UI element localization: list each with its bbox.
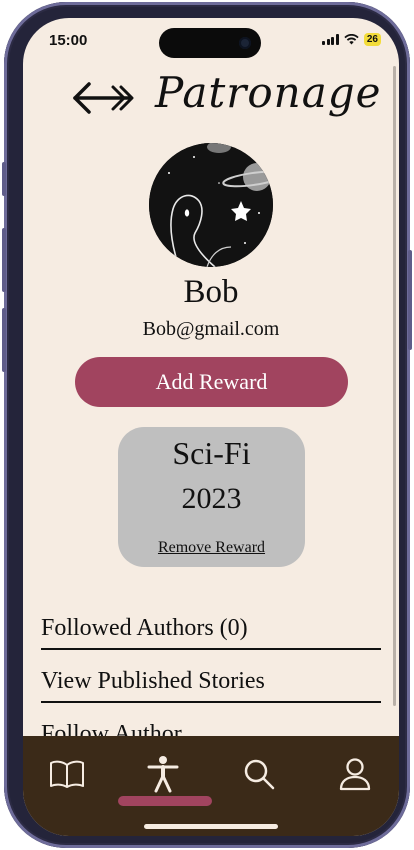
scrollbar[interactable] xyxy=(393,66,396,706)
battery-icon: 26 xyxy=(363,33,381,46)
power-button xyxy=(408,250,412,350)
menu-item-view-published-stories[interactable]: View Published Stories xyxy=(41,663,381,703)
signal-icon xyxy=(322,34,339,45)
active-tab-indicator xyxy=(118,796,212,806)
nav-accessibility-button[interactable] xyxy=(143,754,183,794)
menu-item-followed-authors[interactable]: Followed Authors (0) xyxy=(41,610,381,650)
phone-frame: 15:00 26 Patronage Bob Bob@gmail.com Add… xyxy=(2,2,412,848)
page-title: Patronage xyxy=(155,68,382,117)
reward-card: Sci-Fi 2023 Remove Reward xyxy=(118,427,305,567)
status-time: 15:00 xyxy=(49,32,88,49)
nav-profile-button[interactable] xyxy=(335,754,375,794)
back-arrow-icon[interactable] xyxy=(73,80,135,116)
user-name: Bob xyxy=(183,274,239,310)
reward-year: 2023 xyxy=(181,482,242,515)
camera-icon xyxy=(239,37,251,49)
book-icon xyxy=(50,760,84,788)
user-email: Bob@gmail.com xyxy=(142,318,280,340)
nav-book-button[interactable] xyxy=(47,754,87,794)
search-icon xyxy=(244,759,275,790)
volume-up-button xyxy=(2,228,6,292)
add-reward-button[interactable]: Add Reward xyxy=(75,357,348,407)
action-button xyxy=(2,162,6,196)
screen: 15:00 26 Patronage Bob Bob@gmail.com Add… xyxy=(23,18,399,836)
remove-reward-link[interactable]: Remove Reward xyxy=(118,539,305,557)
avatar[interactable] xyxy=(149,143,273,267)
dynamic-island xyxy=(159,28,261,58)
reward-genre: Sci-Fi xyxy=(172,435,251,471)
bottom-nav xyxy=(23,736,399,836)
volume-down-button xyxy=(2,308,6,372)
status-icons: 26 xyxy=(322,33,381,46)
home-indicator[interactable] xyxy=(144,824,278,829)
wifi-icon xyxy=(344,34,359,45)
astronaut-space-illustration xyxy=(149,143,273,267)
accessibility-icon xyxy=(147,756,179,793)
nav-search-button[interactable] xyxy=(239,754,279,794)
user-icon xyxy=(339,758,371,791)
